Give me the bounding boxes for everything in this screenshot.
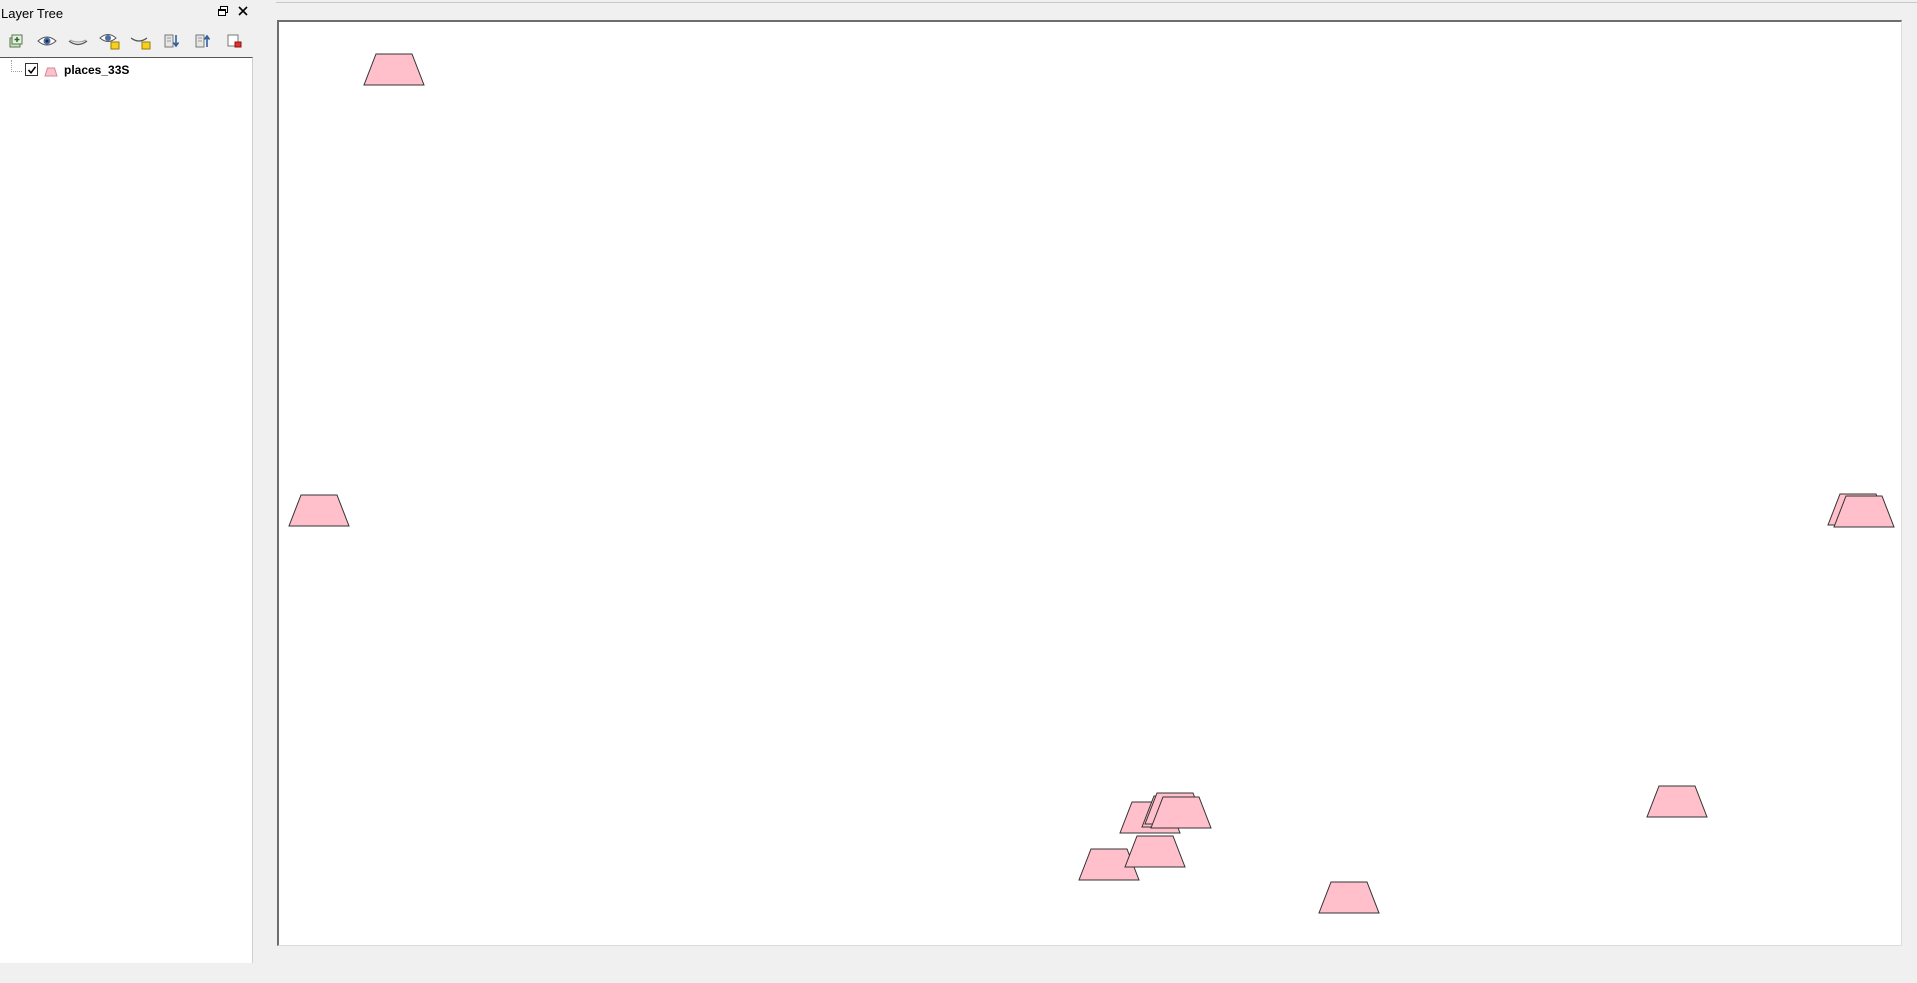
- map-canvas[interactable]: [277, 20, 1902, 946]
- dock-titlebar[interactable]: Layer Tree: [0, 0, 254, 26]
- layer-row-places[interactable]: places_33S: [0, 60, 250, 80]
- map-feature-layer: [288, 53, 1895, 914]
- layer-visibility-checkbox[interactable]: [25, 63, 38, 76]
- dock-title: Layer Tree: [1, 6, 64, 21]
- tree-branch-line: [11, 60, 22, 72]
- place-point-marker: [1318, 881, 1380, 914]
- show-all-layers-icon[interactable]: [35, 30, 59, 52]
- dock-close-icon[interactable]: [236, 4, 250, 18]
- remove-layer-icon[interactable]: [222, 30, 246, 52]
- place-point-marker: [363, 53, 425, 86]
- collapse-all-icon[interactable]: [191, 30, 215, 52]
- show-selected-layers-icon[interactable]: [98, 30, 122, 52]
- place-point-marker: [1124, 835, 1186, 868]
- canvas-top-divider: [276, 2, 1917, 3]
- layer-name-label: places_33S: [64, 63, 130, 77]
- add-group-icon[interactable]: [4, 30, 28, 52]
- place-point-marker: [1646, 785, 1708, 818]
- layer-symbol-icon: [44, 64, 58, 82]
- hide-all-layers-icon[interactable]: [66, 30, 90, 52]
- hide-selected-layers-icon[interactable]: [129, 30, 153, 52]
- layer-tree-toolbar: [0, 26, 254, 56]
- dock-float-icon[interactable]: [216, 4, 230, 18]
- expand-all-icon[interactable]: [160, 30, 184, 52]
- place-point-marker: [288, 494, 350, 527]
- layer-tree-dock: Layer Tree places_33S: [0, 0, 254, 963]
- layer-tree-view[interactable]: places_33S: [0, 57, 253, 963]
